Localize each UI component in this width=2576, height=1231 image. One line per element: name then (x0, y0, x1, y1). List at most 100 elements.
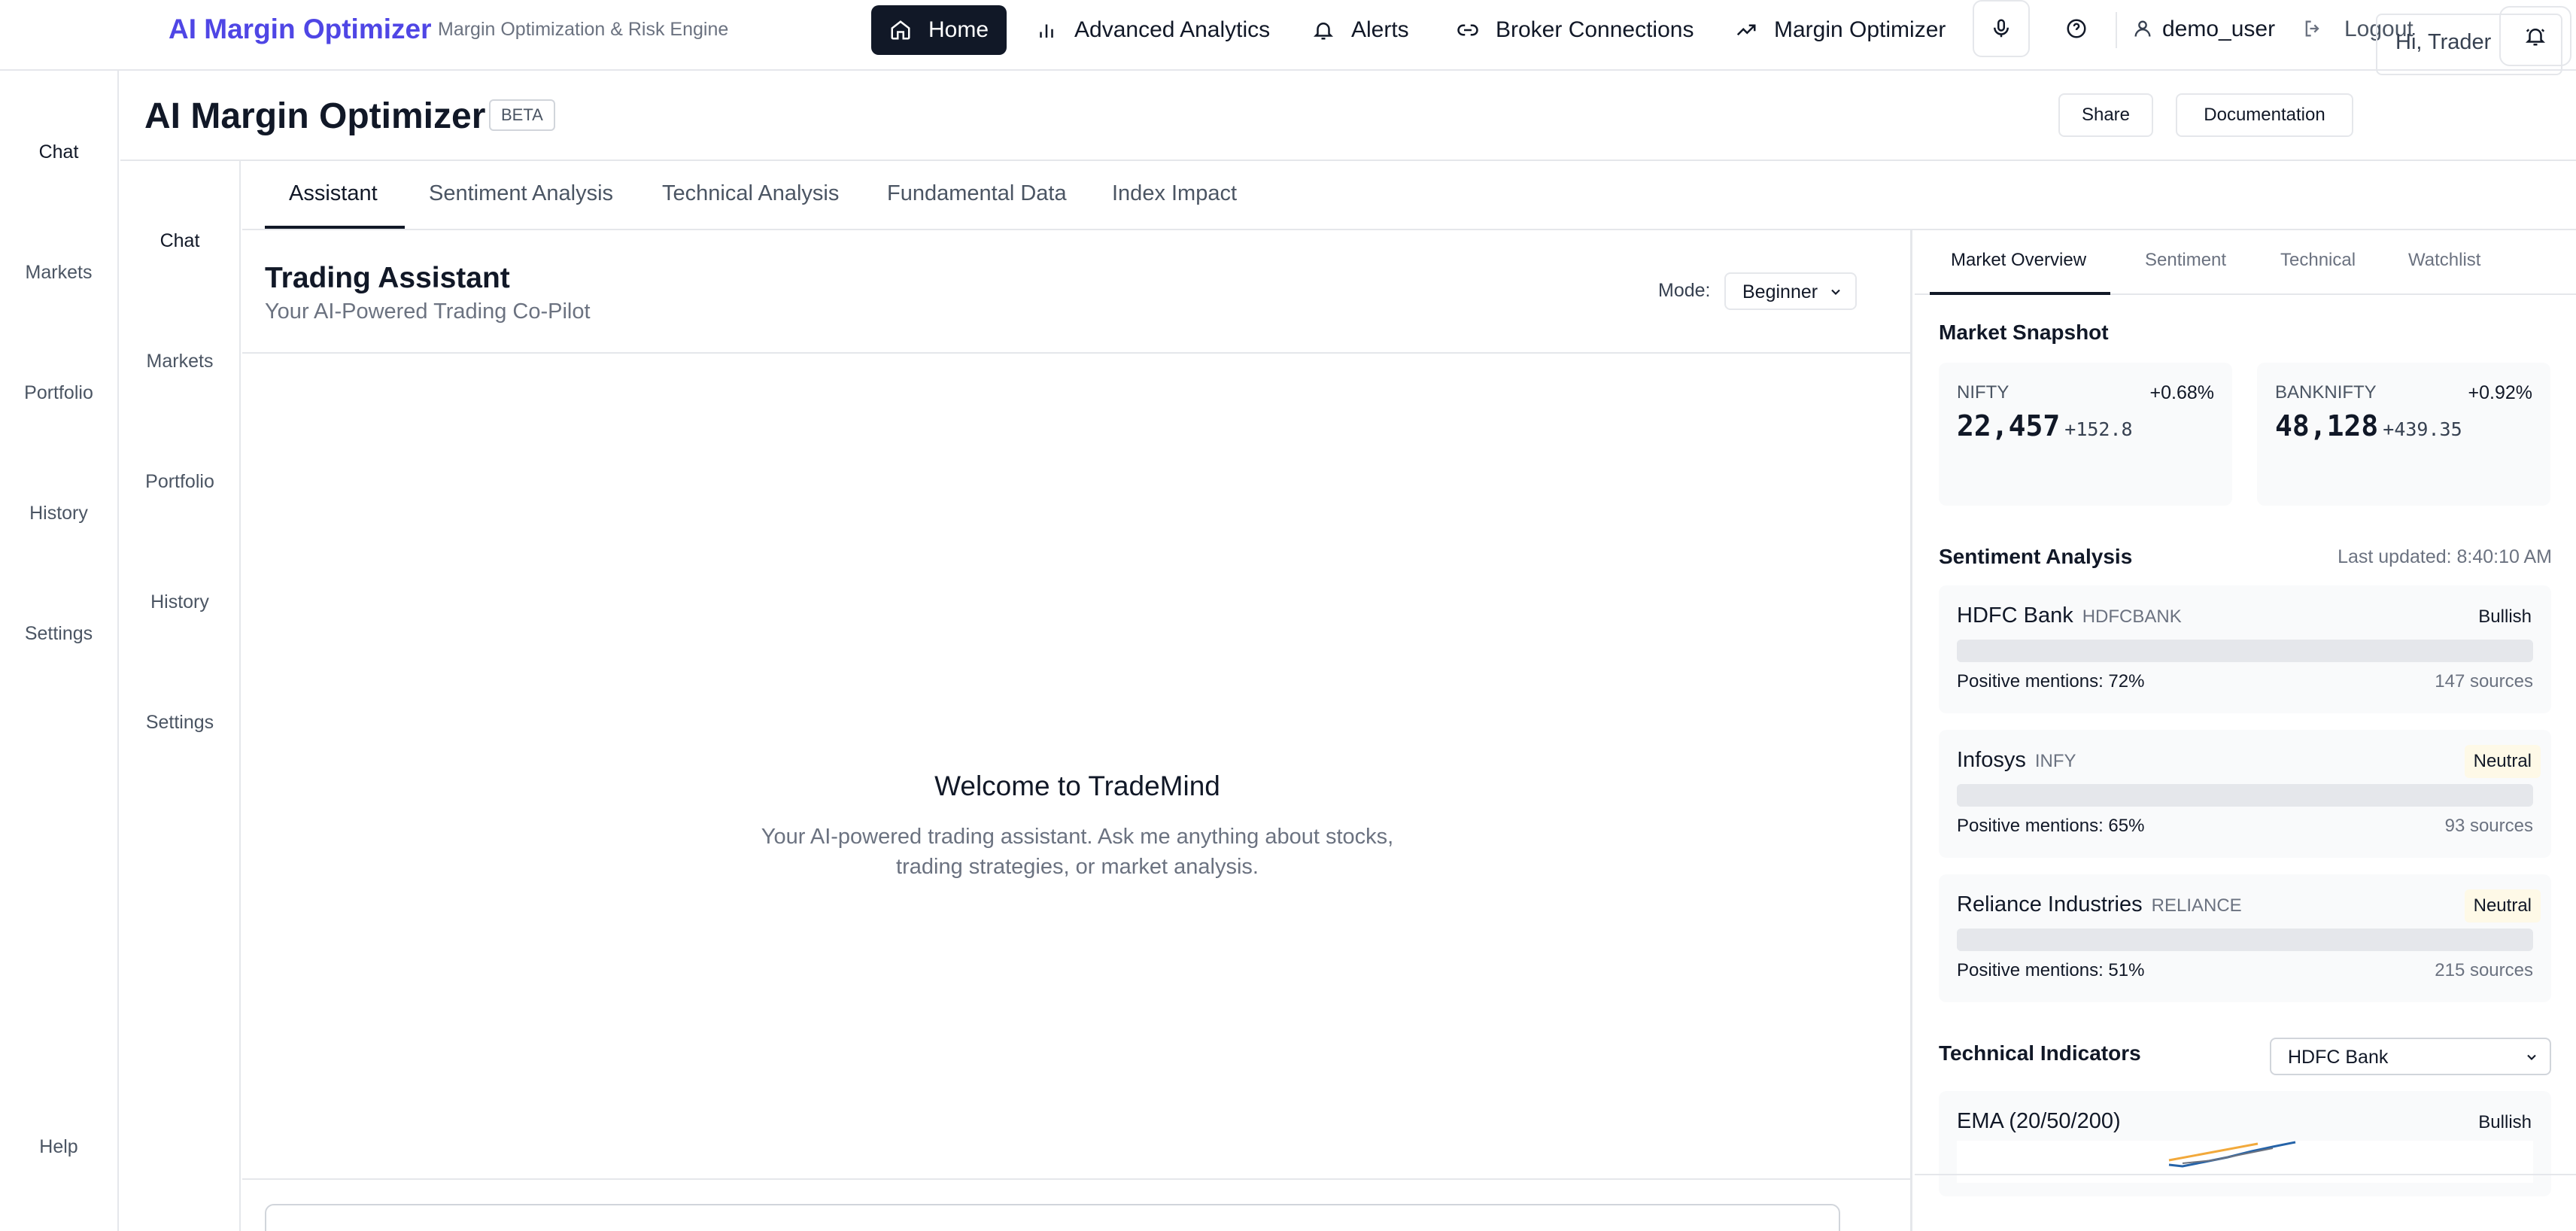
market-sidebar: Market Overview Sentiment Technical Watc… (1915, 230, 2576, 1231)
technical-stock-select[interactable]: HDFC Bank (2270, 1038, 2551, 1075)
rail2-item-chat[interactable]: Chat (120, 230, 239, 252)
greeting-box[interactable]: Hi, Trader (2376, 14, 2562, 75)
rail2-item-settings[interactable]: Settings (120, 712, 239, 734)
index-name: BANKNIFTY (2275, 382, 2377, 403)
content-tabs: Assistant Sentiment Analysis Technical A… (242, 161, 2576, 230)
tab-market-overview[interactable]: Market Overview (1951, 250, 2086, 271)
tab-technical-analysis[interactable]: Technical Analysis (662, 181, 839, 206)
tab-technical[interactable]: Technical (2280, 250, 2356, 271)
tab-sentiment[interactable]: Sentiment (2145, 250, 2226, 271)
technical-select-value: HDFC Bank (2288, 1047, 2389, 1068)
ema-chart (1957, 1141, 2533, 1183)
rail2-item-portfolio[interactable]: Portfolio (120, 471, 239, 493)
page-title: AI Margin Optimizer (144, 96, 486, 136)
index-value-row: 22,457 +152.8 (1957, 409, 2133, 442)
stock-name: Reliance Industries (1957, 892, 2143, 916)
positive-mentions: Positive mentions: 65% (1957, 816, 2145, 836)
nav-home-label: Home (928, 17, 989, 42)
sentiment-card[interactable]: Infosys INFY Neutral Positive mentions: 6… (1939, 730, 2551, 858)
source-count: 93 sources (2444, 816, 2533, 836)
rail-item-settings[interactable]: Settings (0, 623, 117, 645)
indicator-badge: Bullish (2478, 1112, 2532, 1132)
brand-subtitle: Margin Optimization & Risk Engine (438, 19, 729, 40)
help-button[interactable] (2061, 14, 2091, 44)
index-change: +152.8 (2064, 418, 2133, 440)
indicator-name: EMA (20/50/200) (1957, 1109, 2121, 1133)
source-count: 215 sources (2435, 960, 2533, 980)
sentiment-card[interactable]: HDFC Bank HDFCBANK Bullish Positive menti… (1939, 585, 2551, 713)
brand-logo[interactable]: AI Margin Optimizer (169, 14, 431, 45)
trending-up-icon (1736, 24, 1756, 36)
user-icon (2128, 14, 2158, 44)
tab-sentiment-analysis[interactable]: Sentiment Analysis (429, 181, 613, 206)
welcome-text: Your AI-powered trading assistant. Ask m… (761, 825, 1394, 879)
rail2-item-markets[interactable]: Markets (120, 351, 239, 372)
help-circle-icon (2067, 19, 2086, 38)
microphone-button[interactable] (1973, 0, 2030, 57)
rail-item-help[interactable]: Help (0, 1136, 117, 1158)
chat-subtitle: Your AI-Powered Trading Co-Pilot (265, 299, 591, 324)
source-count: 147 sources (2435, 671, 2533, 691)
stock-ticker: INFY (2034, 751, 2076, 771)
nav-margin-optimizer-label: Margin Optimizer (1774, 17, 1946, 42)
tab-watchlist[interactable]: Watchlist (2408, 250, 2480, 271)
share-button[interactable]: Share (2058, 93, 2153, 137)
technical-section-title: Technical Indicators (1939, 1041, 2141, 1065)
last-updated: Last updated: 8:40:10 AM (2338, 546, 2552, 567)
top-navigation: AI Margin Optimizer Margin Optimization … (0, 0, 2576, 71)
sentiment-bar (1957, 784, 2533, 807)
nav-advanced-analytics-label: Advanced Analytics (1074, 17, 1271, 42)
index-percent: +0.68% (2149, 382, 2215, 403)
chat-input[interactable] (265, 1204, 1840, 1231)
sentiment-section-title: Sentiment Analysis (1939, 545, 2133, 568)
chat-title: Trading Assistant (265, 262, 510, 294)
index-name: NIFTY (1957, 382, 2009, 403)
nav-broker-connections[interactable]: Broker Connections (1438, 5, 1712, 55)
nav-alerts-label: Alerts (1351, 17, 1409, 42)
stock-name-row: HDFC Bank HDFCBANK (1957, 603, 2182, 628)
tab-assistant[interactable]: Assistant (289, 181, 378, 206)
documentation-button[interactable]: Documentation (2176, 93, 2353, 137)
nav-home[interactable]: Home (871, 5, 1007, 55)
stock-name-row: Infosys INFY (1957, 748, 2076, 773)
stock-name: HDFC Bank (1957, 603, 2073, 628)
tab-index-impact[interactable]: Index Impact (1112, 181, 1237, 206)
rail2-item-history[interactable]: History (120, 591, 239, 613)
index-card-banknifty[interactable]: BANKNIFTY +0.92% 48,128 +439.35 (2257, 363, 2550, 506)
chat-panel: Trading Assistant Your AI-Powered Tradin… (242, 230, 1912, 1231)
primary-sidebar: Chat Markets Portfolio History Settings … (0, 71, 119, 1231)
indicator-card[interactable]: EMA (20/50/200) Bullish (1939, 1091, 2551, 1196)
nav-broker-connections-label: Broker Connections (1496, 17, 1694, 42)
sentiment-card[interactable]: Reliance Industries RELIANCE Neutral Posi… (1939, 874, 2551, 1002)
microphone-icon (1994, 19, 2009, 38)
sentiment-badge: Bullish (2478, 606, 2532, 627)
nav-alerts[interactable]: Alerts (1294, 5, 1427, 55)
link-icon (1457, 24, 1478, 36)
index-card-nifty[interactable]: NIFTY +0.68% 22,457 +152.8 (1939, 363, 2232, 506)
stock-ticker: RELIANCE (2151, 895, 2242, 916)
rail-item-chat[interactable]: Chat (0, 141, 117, 163)
market-tabs: Market Overview Sentiment Technical Watc… (1915, 230, 2576, 295)
sentiment-bar-fill (1957, 640, 2372, 662)
index-percent: +0.92% (2468, 382, 2533, 403)
chevron-down-icon (2527, 1054, 2536, 1060)
nav-margin-optimizer[interactable]: Margin Optimizer (1717, 5, 1964, 55)
logout-icon (2298, 14, 2328, 44)
rail-item-history[interactable]: History (0, 503, 117, 524)
secondary-sidebar: Chat Markets Portfolio History Settings (120, 161, 241, 1231)
page-header: AI Margin Optimizer BETA Share Documenta… (120, 71, 2576, 161)
index-change: +439.35 (2383, 418, 2462, 440)
mode-select[interactable]: Beginner (1724, 272, 1857, 310)
nav-advanced-analytics[interactable]: Advanced Analytics (1017, 5, 1288, 55)
beta-badge: BETA (489, 99, 555, 131)
rail-item-portfolio[interactable]: Portfolio (0, 382, 117, 404)
positive-mentions: Positive mentions: 72% (1957, 671, 2145, 691)
mode-select-value: Beginner (1742, 281, 1818, 302)
rail-item-markets[interactable]: Markets (0, 262, 117, 284)
username[interactable]: demo_user (2162, 17, 2275, 42)
sentiment-bar-fill (1957, 784, 2331, 807)
sentiment-bar (1957, 640, 2533, 662)
market-tab-indicator (1930, 292, 2110, 295)
tab-fundamental-data[interactable]: Fundamental Data (887, 181, 1067, 206)
index-value: 22,457 (1957, 409, 2061, 442)
